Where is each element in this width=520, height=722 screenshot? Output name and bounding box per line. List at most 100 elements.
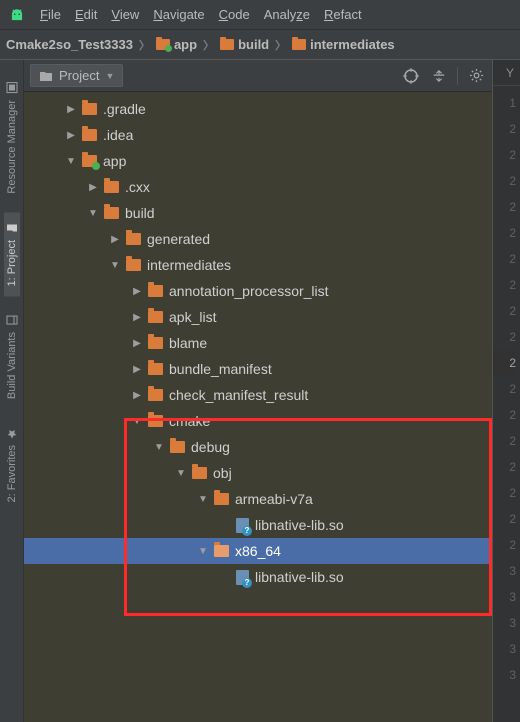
breadcrumb-build[interactable]: build [220, 37, 269, 52]
chevron-down-icon[interactable]: ▼ [198, 546, 208, 557]
chevron-right-icon[interactable]: ▶ [66, 104, 76, 115]
gutter-line-number: 2 [493, 168, 516, 194]
tree-row[interactable]: ▼obj [24, 460, 520, 486]
project-folder-icon [6, 222, 18, 234]
breadcrumb-inter-label: intermediates [310, 37, 395, 52]
tab-resource-manager[interactable]: Resource Manager [4, 72, 20, 204]
chevron-right-icon[interactable]: ▶ [88, 182, 98, 193]
chevron-down-icon[interactable]: ▼ [88, 208, 98, 219]
tree-row[interactable]: ▼app [24, 148, 520, 174]
tree-node-label: intermediates [147, 257, 231, 273]
chevron-down-icon[interactable]: ▼ [198, 494, 208, 505]
tab-bv-label: Build Variants [6, 332, 18, 399]
tree-row[interactable]: ▶annotation_processor_list [24, 278, 520, 304]
folder-icon [170, 441, 185, 453]
chevron-right-icon[interactable]: ▶ [132, 312, 142, 323]
folder-icon [192, 467, 207, 479]
folder-icon [214, 493, 229, 505]
tree-row[interactable]: ▶libnative-lib.so [24, 512, 520, 538]
tree-node-label: blame [169, 335, 207, 351]
left-tool-strip: Resource Manager 1: Project Build Varian… [0, 60, 24, 722]
tree-row[interactable]: ▶ bundle_manifest [24, 356, 520, 382]
tree-node-label: bundle_manifest [169, 361, 272, 377]
breadcrumb-intermediates[interactable]: intermediates [292, 37, 395, 52]
tree-row[interactable]: ▶ generated [24, 226, 520, 252]
tree-row[interactable]: ▼armeabi-v7a [24, 486, 520, 512]
tab-rm-label: Resource Manager [6, 100, 18, 194]
menu-edit[interactable]: Edit [75, 7, 97, 22]
tree-row[interactable]: ▶ .gradle [24, 96, 520, 122]
folder-icon [214, 545, 229, 557]
chevron-right-icon: 〉 [139, 37, 150, 53]
project-tree[interactable]: ▶ .gradle ▶.idea▼app▶.cxx ▼ build ▶ generated ▼… [24, 92, 520, 722]
tree-row[interactable]: ▶apk_list [24, 304, 520, 330]
menu-navigate[interactable]: Navigate [153, 7, 204, 22]
folder-icon [148, 415, 163, 427]
chevron-down-icon[interactable]: ▼ [154, 442, 164, 453]
tree-row-selected[interactable]: ▼ x86_64 [24, 538, 520, 564]
gear-icon[interactable] [466, 66, 486, 86]
menu-refactor[interactable]: Refact [324, 7, 362, 22]
breadcrumb: Cmake2so_Test3333 〉 app 〉 build 〉 interm… [0, 30, 520, 60]
tree-node-label: generated [147, 231, 210, 247]
gutter-line-number: 3 [493, 662, 516, 688]
gutter-line-number: 2 [493, 116, 516, 142]
menu-code[interactable]: Code [219, 7, 250, 22]
chevron-down-icon: ▼ [105, 71, 114, 81]
collapse-all-icon[interactable] [429, 66, 449, 86]
gutter-line-number: 2 [493, 194, 516, 220]
project-panel-header: Project ▼ [24, 60, 520, 92]
tree-node-label: libnative-lib.so [255, 569, 344, 585]
gutter-line-number: 3 [493, 610, 516, 636]
menu-file[interactable]: File [40, 7, 61, 22]
tree-row[interactable]: ▶.cxx [24, 174, 520, 200]
chevron-right-icon[interactable]: ▶ [110, 234, 120, 245]
tab-favorites[interactable]: 2: Favorites [4, 417, 20, 512]
tree-row[interactable]: ▼cmake [24, 408, 520, 434]
breadcrumb-root[interactable]: Cmake2so_Test3333 [6, 37, 133, 52]
gutter-line-number: 2 [493, 532, 516, 558]
breadcrumb-app[interactable]: app [156, 37, 197, 52]
breadcrumb-root-label: Cmake2so_Test3333 [6, 37, 133, 52]
menu-analyze[interactable]: Analyze [264, 7, 310, 22]
menu-view[interactable]: View [111, 7, 139, 22]
chevron-right-icon[interactable]: ▶ [132, 390, 142, 401]
tree-row[interactable]: ▶ check_manifest_result [24, 382, 520, 408]
chevron-down-icon[interactable]: ▼ [132, 416, 142, 427]
chevron-right-icon[interactable]: ▶ [132, 338, 142, 349]
gutter-line-number: 2 [493, 298, 516, 324]
menu-bar: File Edit View Navigate Code Analyze Ref… [0, 0, 520, 30]
gutter-line-number: 2 [493, 272, 516, 298]
folder-icon [104, 181, 119, 193]
tree-row[interactable]: ▶.idea [24, 122, 520, 148]
chevron-right-icon[interactable]: ▶ [132, 364, 142, 375]
chevron-down-icon[interactable]: ▼ [66, 156, 76, 167]
chevron-right-icon[interactable]: ▶ [66, 130, 76, 141]
target-icon[interactable] [401, 66, 421, 86]
chevron-down-icon[interactable]: ▼ [110, 260, 120, 271]
tree-row[interactable]: ▼ debug [24, 434, 520, 460]
tree-node-label: .gradle [103, 101, 146, 117]
project-view-selector[interactable]: Project ▼ [30, 64, 123, 87]
chevron-right-icon[interactable]: ▶ [132, 286, 142, 297]
gutter-line-number: 3 [493, 558, 516, 584]
tree-row[interactable]: ▶ blame [24, 330, 520, 356]
tree-row[interactable]: ▼ build [24, 200, 520, 226]
gutter-line-number: 2 [493, 376, 516, 402]
tab-build-variants[interactable]: Build Variants [4, 304, 20, 409]
folder-icon [148, 389, 163, 401]
project-folder-icon [39, 69, 53, 83]
editor-gutter: Y 12222222222222222233333 [492, 60, 520, 722]
gutter-line-number: 3 [493, 584, 516, 610]
chevron-down-icon[interactable]: ▼ [176, 468, 186, 479]
tree-row[interactable]: ▼ intermediates [24, 252, 520, 278]
tab-fav-label: 2: Favorites [6, 445, 18, 502]
tree-node-label: build [125, 205, 155, 221]
tree-node-label: debug [191, 439, 230, 455]
tree-node-label: check_manifest_result [169, 387, 308, 403]
tree-row[interactable]: ▶libnative-lib.so [24, 564, 520, 590]
tree-node-label: x86_64 [235, 543, 281, 559]
folder-icon [220, 39, 234, 50]
tab-project[interactable]: 1: Project [4, 212, 20, 296]
gutter-line-number: 1 [493, 90, 516, 116]
